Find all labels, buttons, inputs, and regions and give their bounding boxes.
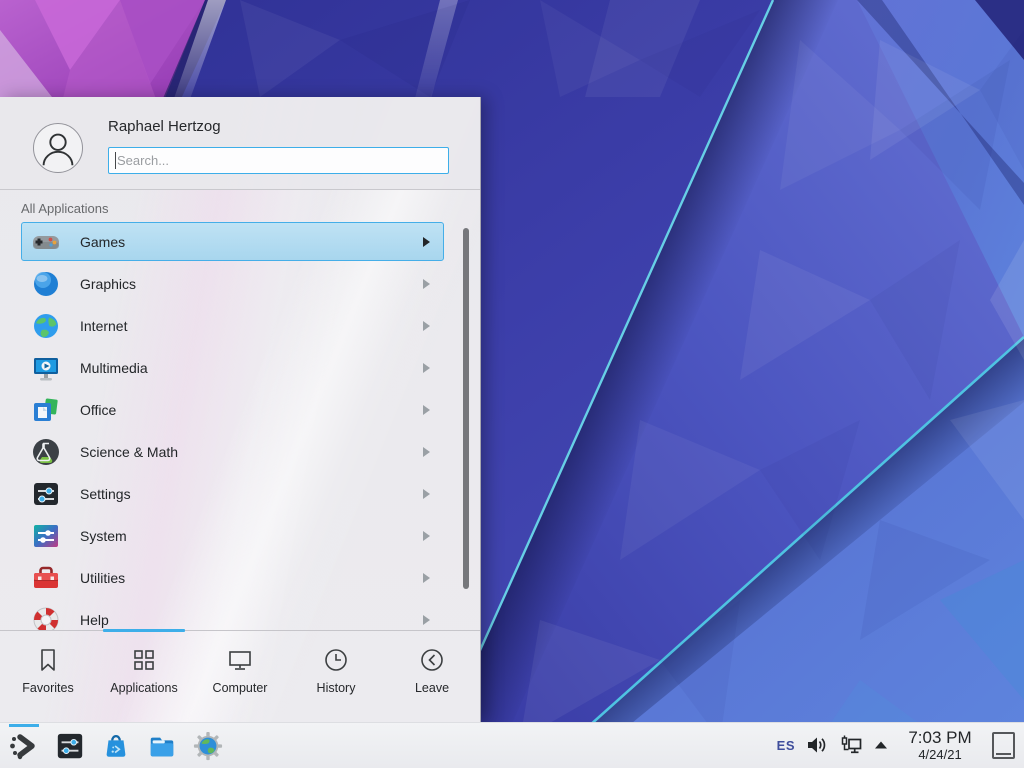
category-office[interactable]: Office <box>21 390 444 429</box>
applications-icon <box>130 646 158 674</box>
tab-favorites[interactable]: Favorites <box>0 631 96 722</box>
category-utilities[interactable]: Utilities <box>21 558 444 597</box>
category-label: Help <box>80 612 109 628</box>
file-manager-button[interactable] <box>146 730 178 762</box>
network-icon[interactable] <box>839 734 863 756</box>
tab-label: Applications <box>110 681 177 695</box>
desktop: Raphael Hertzog All Applications Games <box>0 0 1024 768</box>
help-icon <box>30 604 62 631</box>
digital-clock[interactable]: 7:03 PM 4/24/21 <box>899 729 981 761</box>
category-graphics[interactable]: Graphics <box>21 264 444 303</box>
taskbar: ES 7:03 PM 4/24/21 <box>0 722 1024 768</box>
submenu-arrow-icon <box>423 489 430 499</box>
settings-icon <box>30 478 62 510</box>
application-launcher-menu: Raphael Hertzog All Applications Games <box>0 97 481 722</box>
taskbar-launchers <box>0 730 224 762</box>
category-help[interactable]: Help <box>21 600 444 630</box>
submenu-arrow-icon <box>423 615 430 625</box>
kde-launcher-icon <box>9 731 39 761</box>
tab-leave[interactable]: Leave <box>384 631 480 722</box>
search-input[interactable] <box>108 147 449 174</box>
submenu-arrow-icon <box>423 321 430 331</box>
app-category-list: Games Graphics <box>0 222 480 630</box>
tab-history[interactable]: History <box>288 631 384 722</box>
tab-applications[interactable]: Applications <box>96 631 192 722</box>
user-name: Raphael Hertzog <box>108 118 221 135</box>
category-games[interactable]: Games <box>21 222 444 261</box>
expand-arrow-icon[interactable] <box>874 740 888 750</box>
launcher-header: Raphael Hertzog <box>0 97 480 190</box>
submenu-arrow-icon <box>423 279 430 289</box>
keyboard-layout-indicator[interactable]: ES <box>777 738 795 753</box>
show-desktop-button[interactable] <box>992 732 1015 759</box>
tab-label: History <box>317 681 356 695</box>
web-browser-icon <box>193 731 223 761</box>
category-label: Science & Math <box>80 444 178 460</box>
computer-icon <box>226 646 254 674</box>
tab-label: Favorites <box>22 681 73 695</box>
graphics-icon <box>30 268 62 300</box>
submenu-arrow-icon <box>423 405 430 415</box>
system-settings-button[interactable] <box>54 730 86 762</box>
games-icon <box>30 226 62 258</box>
category-internet[interactable]: Internet <box>21 306 444 345</box>
science-icon <box>30 436 62 468</box>
file-manager-icon <box>147 731 177 761</box>
favorites-icon <box>34 646 62 674</box>
internet-icon <box>30 310 62 342</box>
category-label: Office <box>80 402 116 418</box>
category-multimedia[interactable]: Multimedia <box>21 348 444 387</box>
clock-time: 7:03 PM <box>899 729 981 747</box>
category-label: Multimedia <box>80 360 148 376</box>
submenu-arrow-icon <box>423 237 430 247</box>
user-avatar[interactable] <box>33 123 83 173</box>
discover-icon <box>101 731 131 761</box>
tab-label: Leave <box>415 681 449 695</box>
scrollbar[interactable] <box>463 228 469 589</box>
office-icon <box>30 394 62 426</box>
submenu-arrow-icon <box>423 363 430 373</box>
category-label: Utilities <box>80 570 125 586</box>
submenu-arrow-icon <box>423 447 430 457</box>
submenu-arrow-icon <box>423 531 430 541</box>
application-launcher-button[interactable] <box>8 730 40 762</box>
category-label: System <box>80 528 127 544</box>
leave-icon <box>418 646 446 674</box>
category-science-math[interactable]: Science & Math <box>21 432 444 471</box>
history-icon <box>322 646 350 674</box>
web-browser-button[interactable] <box>192 730 224 762</box>
multimedia-icon <box>30 352 62 384</box>
tab-label: Computer <box>213 681 268 695</box>
clock-date: 4/24/21 <box>899 748 981 762</box>
volume-icon[interactable] <box>806 734 828 756</box>
section-label: All Applications <box>21 201 108 216</box>
text-cursor <box>115 152 116 169</box>
category-system[interactable]: System <box>21 516 444 555</box>
category-label: Graphics <box>80 276 136 292</box>
search-field-wrap <box>108 147 449 174</box>
system-icon <box>30 520 62 552</box>
system-settings-icon <box>55 731 85 761</box>
utilities-icon <box>30 562 62 594</box>
category-label: Settings <box>80 486 131 502</box>
discover-button[interactable] <box>100 730 132 762</box>
category-label: Games <box>80 234 125 250</box>
user-icon <box>34 123 82 173</box>
system-tray: ES 7:03 PM 4/24/21 <box>777 729 1024 761</box>
launcher-tab-bar: Favorites Applications Computer <box>0 630 480 722</box>
submenu-arrow-icon <box>423 573 430 583</box>
category-label: Internet <box>80 318 127 334</box>
tab-computer[interactable]: Computer <box>192 631 288 722</box>
category-settings[interactable]: Settings <box>21 474 444 513</box>
